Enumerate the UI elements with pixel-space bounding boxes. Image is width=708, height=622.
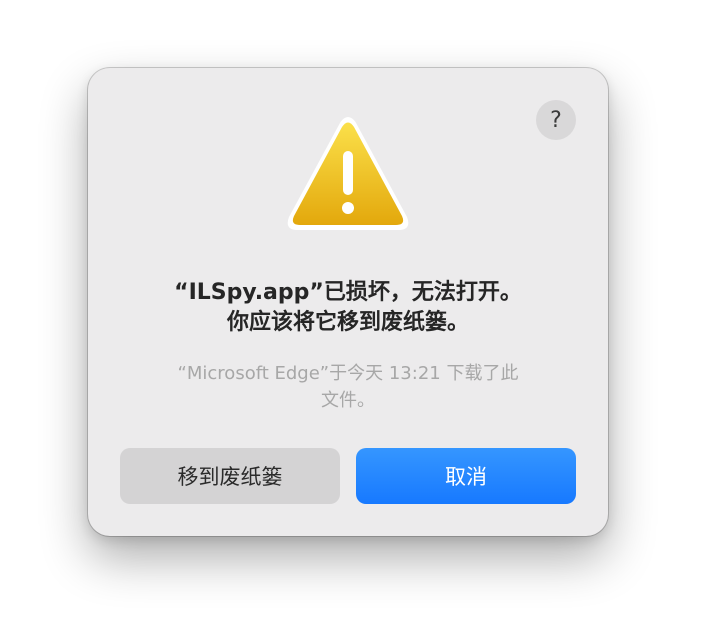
help-button[interactable]: ? bbox=[536, 100, 576, 140]
alert-message-line-1: “Microsoft Edge”于今天 13:21 下载了此 bbox=[177, 363, 519, 384]
alert-title-line-1: “ILSpy.app”已损坏，无法打开。 bbox=[174, 280, 522, 305]
move-to-trash-label: 移到废纸篓 bbox=[177, 465, 283, 489]
alert-message-line-2: 文件。 bbox=[321, 390, 375, 411]
alert-title: “ILSpy.app”已损坏，无法打开。 你应该将它移到废纸篓。 bbox=[108, 278, 588, 338]
desktop-background: ? “ILSpy.app”已损坏，无法打开。 你应该将它移到废纸篓。 “Micr… bbox=[0, 0, 708, 622]
question-mark-icon: ? bbox=[550, 107, 562, 133]
damaged-app-alert-dialog: ? “ILSpy.app”已损坏，无法打开。 你应该将它移到废纸篓。 “Micr… bbox=[88, 68, 608, 536]
move-to-trash-button[interactable]: 移到废纸篓 bbox=[120, 448, 340, 504]
alert-title-line-2: 你应该将它移到废纸篓。 bbox=[226, 310, 469, 335]
cancel-button[interactable]: 取消 bbox=[356, 448, 576, 504]
warning-triangle-icon bbox=[287, 117, 409, 230]
cancel-label: 取消 bbox=[445, 465, 487, 489]
alert-message: “Microsoft Edge”于今天 13:21 下载了此 文件。 bbox=[128, 360, 568, 414]
